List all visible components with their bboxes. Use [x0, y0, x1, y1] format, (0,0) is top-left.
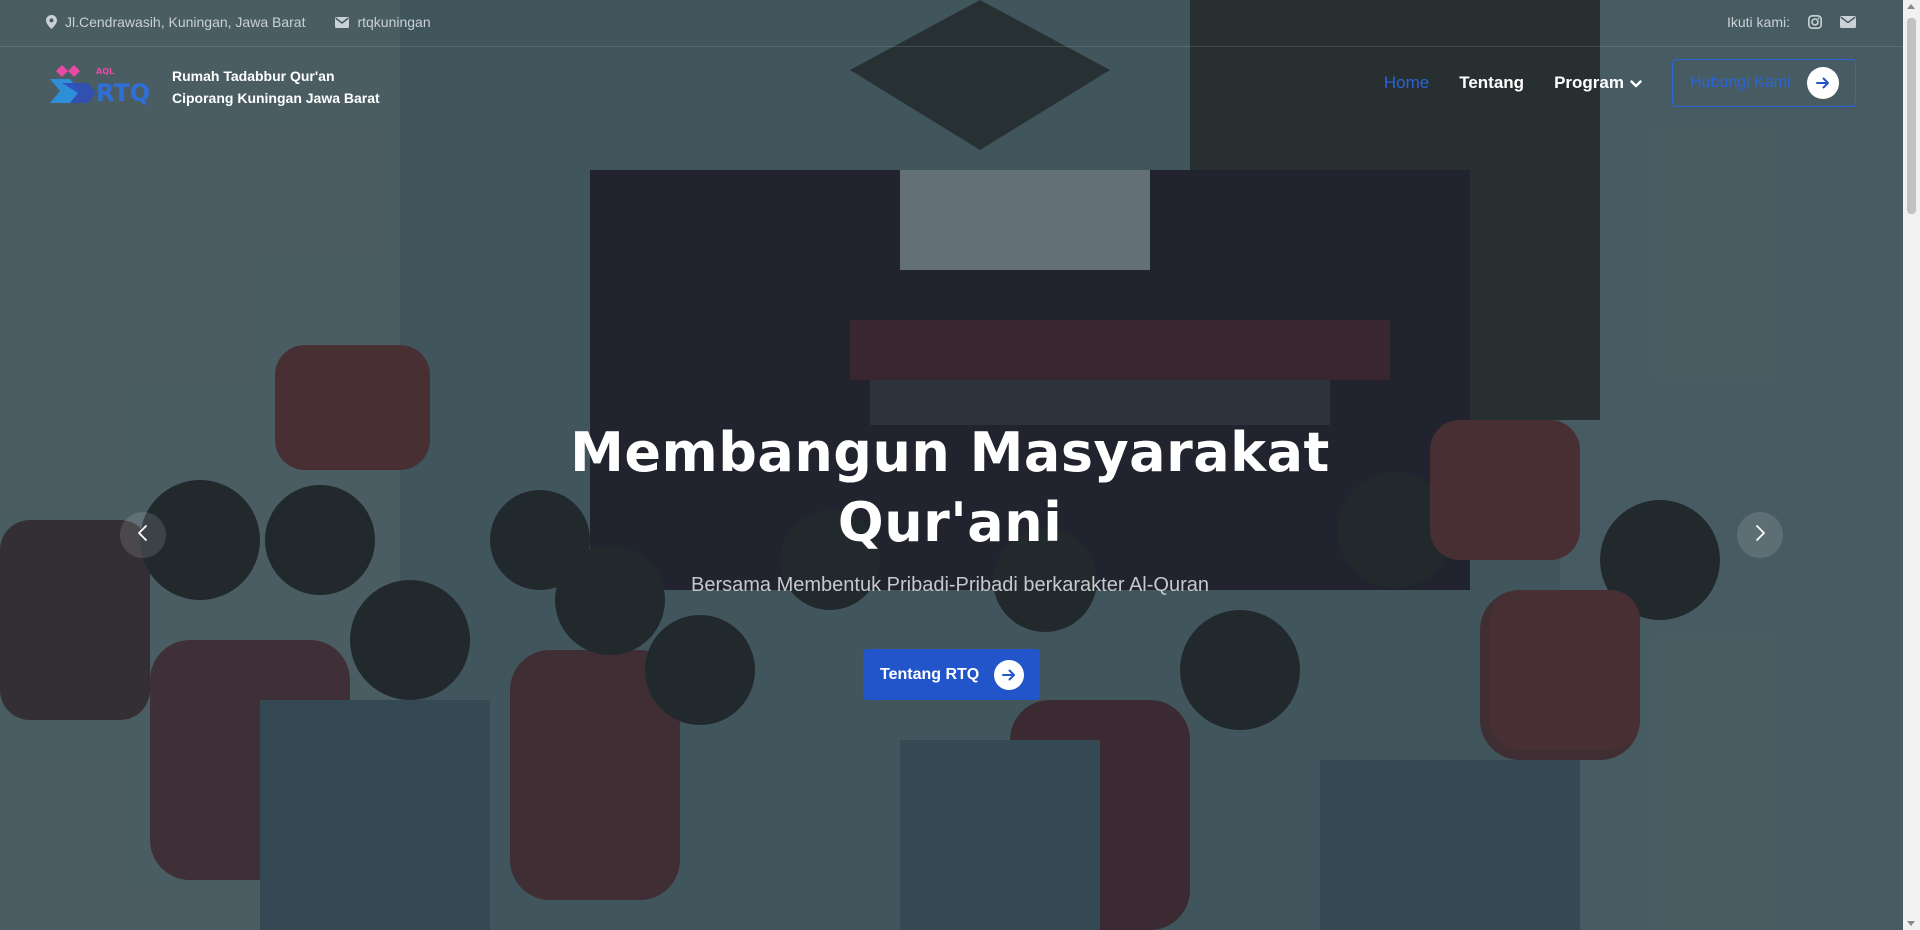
- logo-text: RTQ: [96, 79, 150, 107]
- arrow-right-icon: [1807, 67, 1839, 99]
- chevron-left-icon: [137, 524, 149, 547]
- carousel-next-button[interactable]: [1737, 512, 1783, 558]
- page-scrollbar[interactable]: [1903, 0, 1920, 930]
- email-text[interactable]: rtqkuningan: [357, 14, 430, 30]
- nav-tentang[interactable]: Tentang: [1459, 73, 1524, 93]
- scroll-up-icon[interactable]: [1907, 4, 1915, 9]
- instagram-icon[interactable]: [1808, 15, 1822, 29]
- brand[interactable]: AQL RTQ Rumah Tadabbur Qur'an Ciporang K…: [48, 61, 380, 112]
- envelope-icon[interactable]: [1840, 16, 1856, 28]
- contact-button[interactable]: Hubungi Kami: [1672, 59, 1856, 107]
- contact-button-label: Hubungi Kami: [1690, 74, 1791, 91]
- nav-tentang-label: Tentang: [1459, 73, 1525, 92]
- scroll-down-icon[interactable]: [1907, 921, 1915, 926]
- brand-line-1: Rumah Tadabbur Qur'an: [172, 67, 335, 84]
- arrow-right-icon: [994, 659, 1024, 690]
- address-info: Jl.Cendrawasih, Kuningan, Jawa Barat: [46, 14, 305, 30]
- scrollbar-thumb[interactable]: [1907, 18, 1916, 214]
- main-nav: Home Tentang Program Hubungi Kami: [1384, 59, 1856, 107]
- about-rtq-button[interactable]: Tentang RTQ: [863, 649, 1040, 700]
- brand-name[interactable]: Rumah Tadabbur Qur'an Ciporang Kuningan …: [172, 65, 380, 109]
- about-rtq-button-label: Tentang RTQ: [880, 665, 980, 683]
- hero-title-line-1: Membangun Masyarakat: [570, 421, 1330, 484]
- nav-home-label: Home: [1383, 73, 1430, 92]
- hero-subtitle: Bersama Membentuk Pribadi-Pribadi berkar…: [691, 574, 1209, 596]
- logo-small-text: AQL: [96, 67, 114, 76]
- map-pin-icon: [46, 15, 57, 29]
- brand-line-2: Ciporang Kuningan Jawa Barat: [172, 89, 380, 106]
- address-text: Jl.Cendrawasih, Kuningan, Jawa Barat: [65, 14, 306, 30]
- follow-label: Ikuti kami:: [1726, 14, 1790, 30]
- top-info-bar: Jl.Cendrawasih, Kuningan, Jawa Barat rtq…: [0, 0, 1920, 47]
- nav-home[interactable]: Home: [1384, 73, 1429, 93]
- hero-title-line-2: Qur'ani: [837, 491, 1063, 554]
- chevron-down-icon: [1630, 73, 1642, 93]
- carousel-prev-button[interactable]: [120, 512, 166, 558]
- envelope-icon: [335, 16, 350, 28]
- chevron-right-icon: [1754, 524, 1766, 547]
- hero-title: Membangun Masyarakat Qur'ani: [560, 418, 1340, 558]
- main-header: AQL RTQ Rumah Tadabbur Qur'an Ciporang K…: [0, 47, 1920, 121]
- nav-program-label: Program: [1554, 73, 1624, 92]
- email-info[interactable]: rtqkuningan: [335, 14, 431, 30]
- rtq-logo[interactable]: AQL RTQ: [48, 61, 152, 112]
- nav-program[interactable]: Program: [1554, 73, 1642, 93]
